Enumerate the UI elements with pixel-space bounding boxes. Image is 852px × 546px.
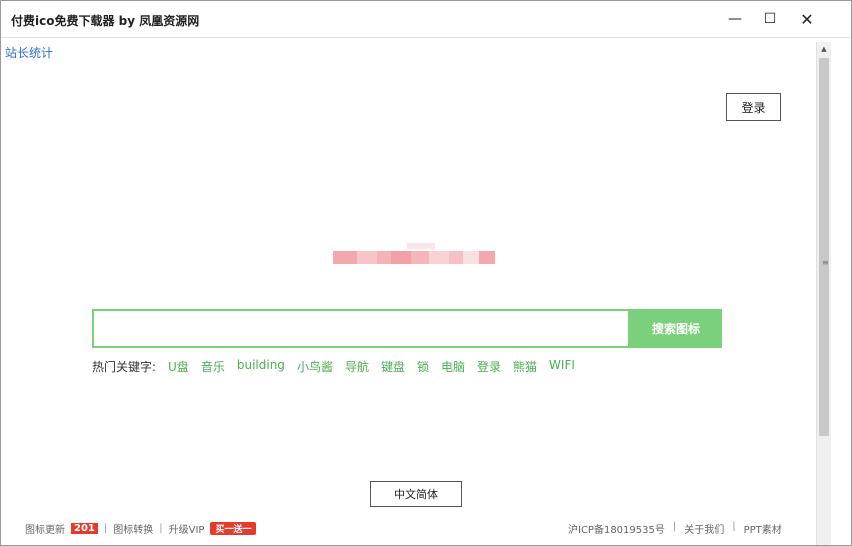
keyword-link[interactable]: building: [237, 358, 285, 375]
upgrade-vip-link[interactable]: 升级VIP: [169, 521, 205, 536]
footer-separator: |: [103, 523, 108, 534]
stats-link[interactable]: 站长统计: [5, 44, 53, 61]
search-box: [92, 309, 630, 348]
login-button[interactable]: 登录: [726, 93, 781, 121]
vertical-scrollbar[interactable]: ▲ ≡: [816, 42, 831, 545]
language-button[interactable]: 中文简体: [370, 481, 462, 507]
site-logo: [333, 243, 495, 267]
search-input[interactable]: [94, 311, 628, 346]
keyword-link[interactable]: 音乐: [201, 358, 225, 375]
ppt-link[interactable]: PPT素材: [744, 521, 782, 536]
icon-convert-link[interactable]: 图标转换: [113, 521, 153, 536]
footer-right: 沪ICP备18019535号 | 关于我们 | PPT素材: [568, 521, 782, 536]
footer-separator: |: [672, 521, 677, 532]
icon-update-link[interactable]: 图标更新: [25, 521, 65, 536]
app-window: 付费ico免费下载器 by 凤凰资源网 — ☐ ✕ 站长统计 登录 搜索图标 热…: [0, 0, 852, 546]
about-link[interactable]: 关于我们: [684, 521, 724, 536]
scroll-thumb[interactable]: ≡: [819, 58, 829, 436]
hot-keywords-label: 热门关键字:: [92, 360, 157, 374]
keyword-link[interactable]: 电脑: [441, 358, 465, 375]
web-content: 站长统计 登录 搜索图标 热门关键字: U盘 音乐 building 小鸟酱 导…: [1, 38, 816, 545]
promo-badge[interactable]: 买一送一: [210, 522, 257, 535]
maximize-button[interactable]: ☐: [753, 7, 787, 31]
keyword-link[interactable]: 小鸟酱: [297, 358, 333, 375]
keyword-link[interactable]: U盘: [168, 358, 189, 375]
title-bar: 付费ico免费下载器 by 凤凰资源网 — ☐ ✕: [1, 1, 851, 38]
footer-left: 图标更新 201 | 图标转换 | 升级VIP 买一送一: [25, 521, 257, 536]
keyword-link[interactable]: 登录: [477, 358, 501, 375]
close-button[interactable]: ✕: [790, 7, 824, 31]
window-title: 付费ico免费下载器 by 凤凰资源网: [11, 14, 200, 28]
triangle-up-icon[interactable]: ▲: [817, 42, 831, 55]
update-count-badge: 201: [71, 523, 98, 534]
minimize-button[interactable]: —: [718, 7, 752, 31]
hot-keywords: 热门关键字: U盘 音乐 building 小鸟酱 导航 键盘 锁 电脑 登录 …: [92, 358, 575, 375]
search-button[interactable]: 搜索图标: [630, 309, 722, 348]
icp-link[interactable]: 沪ICP备18019535号: [568, 521, 665, 536]
footer-separator: |: [159, 523, 163, 534]
keyword-link[interactable]: 键盘: [381, 358, 405, 375]
keyword-link[interactable]: 导航: [345, 358, 369, 375]
keyword-link[interactable]: 锁: [417, 358, 429, 375]
footer-separator: |: [732, 521, 736, 532]
keyword-link[interactable]: WIFI: [549, 358, 575, 375]
keyword-link[interactable]: 熊猫: [513, 358, 537, 375]
grip-icon: ≡: [822, 258, 829, 267]
